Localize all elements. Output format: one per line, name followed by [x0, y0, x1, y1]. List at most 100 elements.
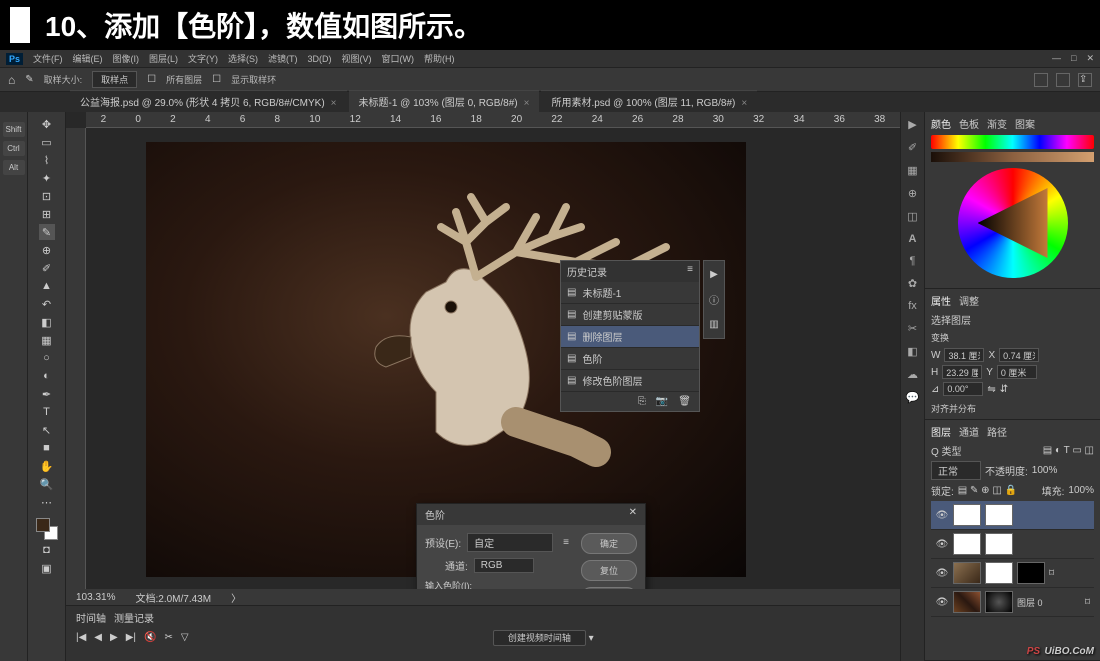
gradients-tab[interactable]: 渐变	[987, 116, 1007, 131]
blend-mode-dropdown[interactable]: 正常	[931, 461, 981, 480]
minimize-icon[interactable]: —	[1052, 53, 1061, 64]
tl-prev-icon[interactable]: ◀	[94, 632, 102, 643]
layer-row[interactable]: 👁⌑	[931, 559, 1094, 588]
menu-filter[interactable]: 滤镜(T)	[268, 52, 298, 65]
doc-tab-2[interactable]: 未标题-1 @ 103% (图层 0, RGB/8#)×	[349, 90, 540, 112]
histogram-icon[interactable]: ◫	[907, 210, 917, 223]
styles-icon[interactable]: fx	[908, 300, 917, 312]
eyedropper-tool[interactable]: ✎	[39, 224, 55, 240]
layer-row[interactable]: 👁	[931, 501, 1094, 530]
timeline-tab[interactable]: 时间轴	[76, 610, 106, 625]
frame-tool[interactable]: ⊞	[39, 206, 55, 222]
type-tool[interactable]: T	[39, 404, 55, 420]
create-timeline-button[interactable]: 创建视频时间轴	[493, 630, 586, 646]
hue-slider[interactable]	[931, 135, 1094, 149]
menu-layer[interactable]: 图层(L)	[149, 52, 178, 65]
maximize-icon[interactable]: □	[1071, 53, 1076, 64]
layer-thumb[interactable]	[953, 504, 981, 526]
channel-dropdown[interactable]: RGB	[474, 558, 534, 573]
history-item[interactable]: ▤色阶	[561, 348, 699, 370]
tab-close-icon[interactable]: ×	[741, 98, 747, 109]
marquee-tool[interactable]: ▭	[39, 134, 55, 150]
menu-view[interactable]: 视图(V)	[342, 52, 372, 65]
brushes-icon[interactable]: ▦	[907, 164, 917, 177]
height-field[interactable]	[942, 365, 982, 379]
menu-3d[interactable]: 3D(D)	[308, 54, 332, 64]
adjust-icon[interactable]: ✂	[908, 322, 917, 335]
paths-tab[interactable]: 路径	[987, 424, 1007, 439]
hand-tool[interactable]: ✋	[39, 458, 55, 474]
tl-trans-icon[interactable]: ▽	[181, 632, 189, 643]
comments-icon[interactable]: 💬	[906, 391, 920, 404]
shape-tool[interactable]: ■	[39, 440, 55, 456]
visibility-icon[interactable]: 👁	[935, 568, 949, 579]
shift-tab[interactable]: Shift	[3, 122, 25, 137]
visibility-icon[interactable]: 👁	[935, 539, 949, 550]
menu-type[interactable]: 文字(Y)	[188, 52, 218, 65]
heal-tool[interactable]: ⊕	[39, 242, 55, 258]
layers-tab[interactable]: 图层	[931, 424, 951, 439]
tl-play-icon[interactable]: ▶	[110, 632, 118, 643]
mask-thumb[interactable]	[1017, 562, 1045, 584]
layer-thumb[interactable]	[953, 533, 981, 555]
dodge-tool[interactable]: ◐	[39, 368, 55, 384]
ctrl-tab[interactable]: Ctrl	[3, 141, 25, 156]
mask-thumb[interactable]	[985, 533, 1013, 555]
layer-search[interactable]: Q 类型	[931, 443, 962, 458]
zoom-level[interactable]: 103.31%	[76, 592, 115, 603]
history-item[interactable]: ▤创建剪贴蒙版	[561, 304, 699, 326]
history-item[interactable]: ▤删除图层	[561, 326, 699, 348]
menu-help[interactable]: 帮助(H)	[424, 52, 455, 65]
color-swatches[interactable]	[36, 518, 58, 540]
home-icon[interactable]: ⌂	[8, 73, 15, 87]
clone-icon[interactable]: ⊕	[908, 187, 917, 200]
pen-tool[interactable]: ✒	[39, 386, 55, 402]
history-doc[interactable]: ▤未标题-1	[561, 282, 699, 304]
tab-close-icon[interactable]: ×	[331, 98, 337, 109]
tl-next-icon[interactable]: ▶|	[126, 632, 136, 643]
doc-tab-3[interactable]: 所用素材.psd @ 100% (图层 11, RGB/8#)×	[541, 90, 757, 112]
opacity-field[interactable]: 100%	[1032, 465, 1058, 476]
angle-field[interactable]	[943, 382, 983, 396]
preset-dropdown[interactable]: 自定	[467, 533, 553, 552]
x-field[interactable]	[999, 348, 1039, 362]
layer-row[interactable]: 👁	[931, 530, 1094, 559]
tl-mute-icon[interactable]: 🔇	[144, 632, 156, 643]
menu-image[interactable]: 图像(I)	[113, 52, 140, 65]
doc-tab-1[interactable]: 公益海报.psd @ 29.0% (形状 4 拷贝 6, RGB/8#/CMYK…	[70, 90, 347, 112]
char-panel-icon[interactable]: A	[909, 233, 917, 245]
swatches-tab[interactable]: 色板	[959, 116, 979, 131]
eraser-tool[interactable]: ◧	[39, 314, 55, 330]
flip-h-icon[interactable]: ⇋	[987, 384, 995, 395]
navigator-icon[interactable]: ◧	[907, 345, 917, 358]
alt-tab[interactable]: Alt	[3, 160, 25, 175]
history-camera-icon[interactable]: 📷	[656, 396, 668, 407]
tl-first-icon[interactable]: |◀	[76, 632, 86, 643]
menu-select[interactable]: 选择(S)	[228, 52, 258, 65]
more-tools[interactable]: ⋯	[39, 494, 55, 510]
fill-field[interactable]: 100%	[1068, 485, 1094, 496]
move-tool[interactable]: ✥	[39, 116, 55, 132]
stamp-tool[interactable]: ▲	[39, 278, 55, 294]
panel-menu-icon[interactable]: ≡	[687, 264, 693, 279]
share-icon[interactable]: ⇪	[1078, 73, 1092, 87]
patterns-tab[interactable]: 图案	[1015, 116, 1035, 131]
layer-thumb[interactable]	[953, 562, 981, 584]
flip-v-icon[interactable]: ⇵	[1000, 384, 1008, 395]
channels-tab[interactable]: 通道	[959, 424, 979, 439]
opt-checkbox2[interactable]: ☐	[212, 74, 221, 85]
para-panel-icon[interactable]: ¶	[910, 255, 916, 267]
status-chevron-icon[interactable]: 〉	[231, 590, 241, 605]
tl-split-icon[interactable]: ✂	[164, 632, 172, 643]
gradient-tool[interactable]: ▦	[39, 332, 55, 348]
info-arrow-icon[interactable]: ▶	[710, 269, 718, 280]
layer-thumb[interactable]	[953, 591, 981, 613]
visibility-icon[interactable]: 👁	[935, 510, 949, 521]
visibility-icon[interactable]: 👁	[935, 597, 949, 608]
history-trash-icon[interactable]: 🗑	[678, 396, 691, 407]
mask-thumb[interactable]	[985, 504, 1013, 526]
tab-close-icon[interactable]: ×	[524, 98, 530, 109]
crop-tool[interactable]: ⊡	[39, 188, 55, 204]
color-wheel[interactable]	[958, 168, 1068, 278]
opt-checkbox1[interactable]: ☐	[147, 74, 156, 85]
